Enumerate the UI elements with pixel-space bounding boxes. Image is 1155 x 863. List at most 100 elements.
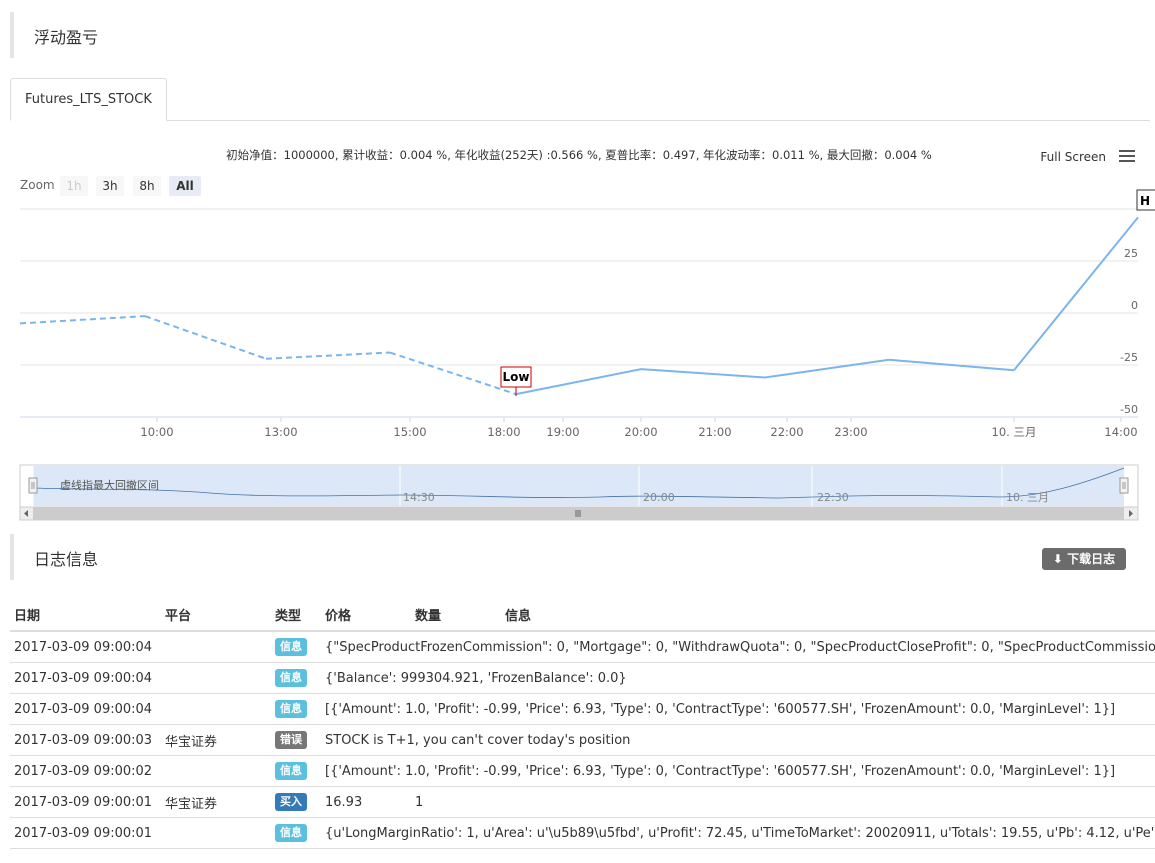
log-type-cell: 信息 [271, 817, 321, 849]
navigator-label: 14:30 [403, 491, 435, 504]
series-segment [19, 315, 146, 325]
chart-grid [20, 208, 1138, 418]
log-date-cell: 2017-03-09 09:00:01 [10, 786, 161, 818]
floating-pnl-section-header: 浮动盈亏 [10, 12, 1154, 58]
download-log-button[interactable]: ⬇ 下载日志 [1042, 548, 1126, 570]
log-platform-cell [161, 631, 271, 663]
log-type-cell: 错误 [271, 724, 321, 756]
log-type-cell: 买入 [271, 786, 321, 818]
zoom-button-label: 3h [102, 179, 117, 193]
log-table-header: 日期 平台 类型 价格 数量 信息 [10, 598, 1155, 632]
section-title: 浮动盈亏 [34, 28, 99, 47]
x-tick-label: 19:00 [546, 425, 579, 439]
log-price-cell: STOCK is T+1, you can't cover today's po… [321, 724, 1155, 756]
column-header-date: 日期 [10, 598, 161, 632]
log-price-cell: {u'LongMarginRatio': 1, u'Area': u'\u5b8… [321, 817, 1155, 849]
log-platform-cell [161, 817, 271, 849]
log-date-cell: 2017-03-09 09:00:01 [10, 817, 161, 849]
zoom-button-3h[interactable]: 3h [96, 176, 124, 196]
high-flag: H [1136, 189, 1155, 211]
column-header-type: 类型 [271, 598, 321, 632]
series-segment [515, 368, 642, 396]
log-platform-cell [161, 662, 271, 694]
y-tick-label: -25 [1120, 351, 1138, 364]
column-header-info: 信息 [501, 598, 1155, 632]
navigator-handle-right[interactable] [1119, 477, 1129, 494]
zoom-button-all[interactable]: All [169, 176, 201, 196]
x-tick-label: 14:00 [1104, 425, 1137, 439]
log-type-badge: 信息 [275, 824, 307, 842]
log-row: 2017-03-09 09:00:04 信息 {'Balance': 999304.… [10, 662, 1155, 694]
log-price-cell: 16.93 [321, 786, 411, 818]
log-type-badge: 信息 [275, 638, 307, 656]
log-type-cell: 信息 [271, 755, 321, 787]
navigator-label: 10. 三月 [1006, 491, 1049, 504]
log-quantity-cell: 1 [411, 786, 501, 818]
navigator-handle-left[interactable] [28, 477, 38, 494]
x-tick-label: 21:00 [698, 425, 731, 439]
low-flag-label: Low [503, 370, 530, 384]
x-tick-label: 10. 三月 [992, 425, 1037, 439]
zoom-button-1h[interactable]: 1h [60, 176, 88, 196]
log-date-cell: 2017-03-09 09:00:03 [10, 724, 161, 756]
x-tick-label: 10:00 [140, 425, 173, 439]
log-platform-cell [161, 693, 271, 725]
series-segment [265, 351, 391, 360]
x-axis: 10:00 13:00 15:00 18:00 19:00 20:00 21:00 22:00… [140, 417, 1138, 439]
log-type-cell: 信息 [271, 631, 321, 663]
log-price-cell: {'Balance': 999304.921, 'FrozenBalance':… [321, 662, 1155, 694]
floating-pnl-chart: 初始净值：1000000, 累计收益：0.004 %, 年化收益(252天) :… [19, 148, 1155, 521]
full-screen-button[interactable]: Full Screen [1040, 150, 1106, 164]
y-tick-label: -50 [1120, 403, 1138, 416]
x-tick-label: 20:00 [624, 425, 657, 439]
zoom-button-label: 1h [66, 179, 81, 193]
menu-icon[interactable] [1119, 150, 1135, 162]
log-row: 2017-03-09 09:00:01 华宝证券 买入 16.93 1 [10, 786, 1155, 818]
log-type-badge: 信息 [275, 669, 307, 687]
log-date-cell: 2017-03-09 09:00:04 [10, 693, 161, 725]
series-segment [144, 315, 267, 360]
log-info-cell [501, 786, 1155, 818]
navigator[interactable]: 虚线指最大回撤区间 14:30 20:00 22:30 10. 三月 [19, 464, 1139, 508]
y-tick-label: 0 [1131, 299, 1138, 312]
x-tick-label: 13:00 [264, 425, 297, 439]
zoom-buttons: 1h 3h 8h All [60, 176, 201, 196]
navigator-label: 22:30 [817, 491, 849, 504]
log-table: 日期 平台 类型 价格 数量 信息 2017-03-09 09:00:04 信息{… [10, 598, 1155, 849]
zoom-button-8h[interactable]: 8h [133, 176, 161, 196]
section-title: 日志信息 [34, 550, 99, 569]
log-type-badge: 信息 [275, 762, 307, 780]
navigator-scrollbar[interactable] [19, 506, 1139, 521]
log-row: 2017-03-09 09:00:04 信息 [{'Amount': 1.0, 'P… [10, 693, 1155, 725]
log-row: 2017-03-09 09:00:01 信息 {u'LongMarginRatio'… [10, 817, 1155, 849]
x-tick-label: 18:00 [487, 425, 520, 439]
tab-bar: Futures_LTS_STOCK [10, 78, 1150, 121]
y-axis: 25 0 -25 -50 [1120, 247, 1138, 416]
log-platform-cell: 华宝证券 [161, 786, 271, 818]
column-header-platform: 平台 [161, 598, 271, 632]
log-date-cell: 2017-03-09 09:00:04 [10, 662, 161, 694]
x-tick-label: 22:00 [770, 425, 803, 439]
log-price-cell: [{'Amount': 1.0, 'Profit': -0.99, 'Price… [321, 755, 1155, 787]
download-icon: ⬇ [1052, 552, 1063, 566]
log-type-badge: 错误 [275, 731, 307, 749]
pnl-series [19, 216, 1139, 396]
log-date-cell: 2017-03-09 09:00:04 [10, 631, 161, 663]
series-segment [640, 368, 766, 379]
log-type-cell: 信息 [271, 662, 321, 694]
log-row: 2017-03-09 09:00:04 信息 {"SpecProductFrozen… [10, 631, 1155, 663]
series-segment [1013, 216, 1139, 371]
log-table-body: 2017-03-09 09:00:04 信息 {"SpecProductFrozen… [10, 631, 1155, 849]
log-price-cell: {"SpecProductFrozenCommission": 0, "Mort… [321, 631, 1155, 663]
log-date-cell: 2017-03-09 09:00:02 [10, 755, 161, 787]
download-log-label: 下载日志 [1067, 552, 1116, 566]
series-segment [389, 351, 517, 396]
log-price-cell: [{'Amount': 1.0, 'Profit': -0.99, 'Price… [321, 693, 1155, 725]
log-type-badge: 买入 [275, 793, 307, 811]
navigator-label: 20:00 [643, 491, 675, 504]
zoom-button-label: 8h [139, 179, 154, 193]
log-row: 2017-03-09 09:00:02 信息 [{'Amount': 1.0, 'P… [10, 755, 1155, 787]
log-row: 2017-03-09 09:00:03 华宝证券 错误 STOCK is T+1, y… [10, 724, 1155, 756]
y-tick-label: 25 [1124, 247, 1138, 260]
tab-futures-lts-stock[interactable]: Futures_LTS_STOCK [10, 78, 167, 121]
